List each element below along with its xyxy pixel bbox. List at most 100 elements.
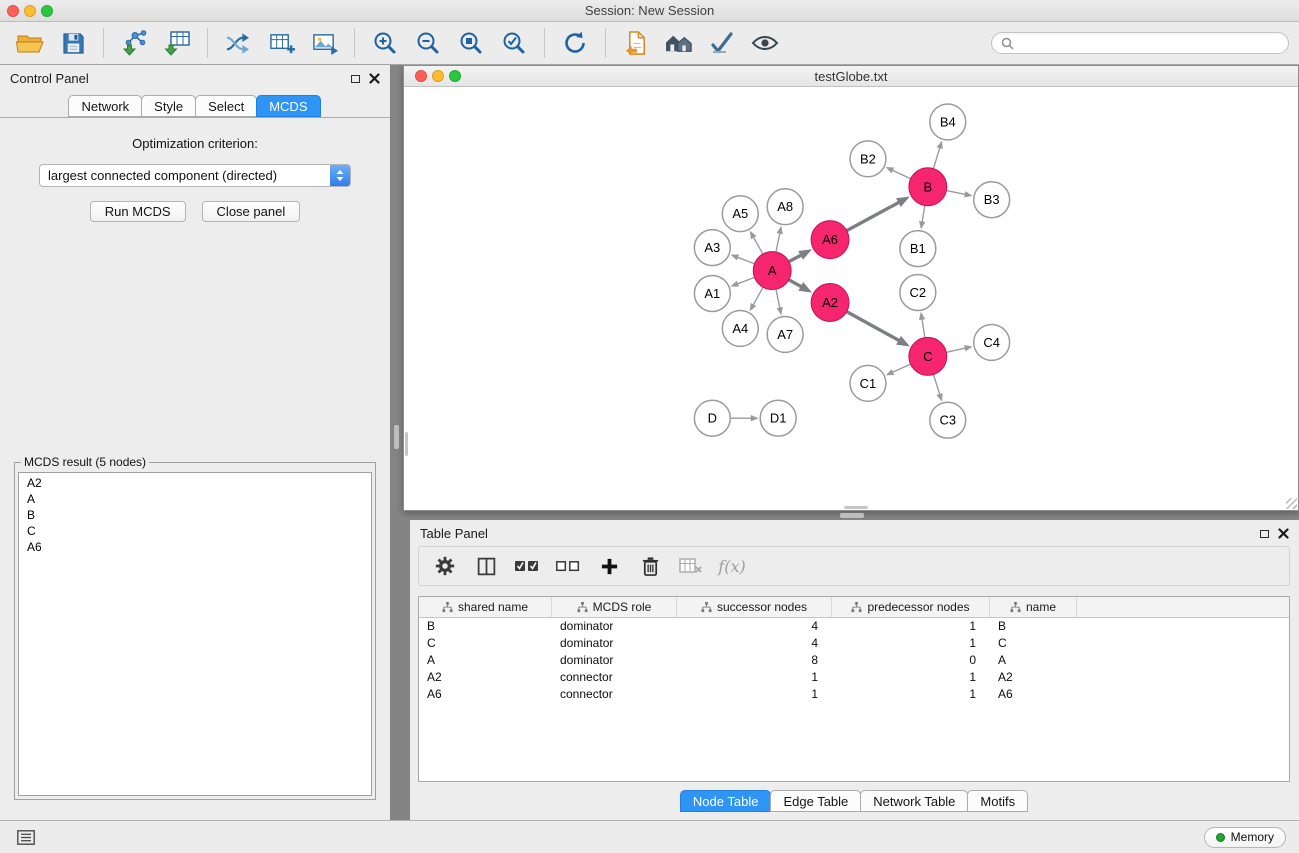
search-input[interactable] <box>1019 36 1279 50</box>
graph-edge-A-A5[interactable] <box>752 235 763 254</box>
zoom-window-icon[interactable] <box>41 5 53 17</box>
graph-node-D1[interactable]: D1 <box>760 400 796 436</box>
zoom-fit-button[interactable] <box>451 25 491 61</box>
graph-node-C1[interactable]: C1 <box>850 365 886 401</box>
delete-table-button[interactable] <box>678 552 704 580</box>
graph-edge-A-A7[interactable] <box>776 289 780 311</box>
close-window-icon[interactable] <box>7 5 19 17</box>
graph-node-C2[interactable]: C2 <box>900 275 936 311</box>
graph-node-C[interactable]: C <box>909 337 947 375</box>
graph-node-C4[interactable]: C4 <box>974 324 1010 360</box>
column-header-name[interactable]: name <box>990 597 1077 617</box>
graph-node-A1[interactable]: A1 <box>694 276 730 312</box>
close-panel-button[interactable]: Close panel <box>202 201 301 222</box>
close-panel-icon[interactable] <box>369 73 380 84</box>
style-check-button[interactable] <box>702 25 742 61</box>
table-row[interactable]: A6connector11A6 <box>419 686 1289 703</box>
graph-node-A6[interactable]: A6 <box>811 221 849 259</box>
resize-grip[interactable] <box>1286 498 1297 509</box>
table-row[interactable]: Bdominator41B <box>419 618 1289 635</box>
tab-network-table[interactable]: Network Table <box>860 790 968 812</box>
horizontal-split-handle[interactable] <box>840 513 864 518</box>
graph-node-B4[interactable]: B4 <box>930 104 966 140</box>
graph-edge-A2-C[interactable] <box>847 312 903 343</box>
mcds-result-item[interactable]: A6 <box>27 539 363 555</box>
graph-node-D[interactable]: D <box>694 400 730 436</box>
mcds-result-item[interactable]: C <box>27 523 363 539</box>
tab-motifs[interactable]: Motifs <box>967 790 1028 812</box>
minimize-view-icon[interactable] <box>432 70 444 82</box>
vertical-scrollbar[interactable] <box>405 432 408 456</box>
new-network-button[interactable] <box>218 25 258 61</box>
graph-edge-A-A4[interactable] <box>752 287 763 307</box>
graph-node-C3[interactable]: C3 <box>930 402 966 438</box>
tab-select[interactable]: Select <box>195 95 257 117</box>
tab-node-table[interactable]: Node Table <box>680 790 772 812</box>
import-network-button[interactable] <box>114 25 154 61</box>
new-table-button[interactable] <box>261 25 301 61</box>
tab-style[interactable]: Style <box>141 95 196 117</box>
table-row[interactable]: Cdominator41C <box>419 635 1289 652</box>
mcds-result-item[interactable]: B <box>27 507 363 523</box>
memory-button[interactable]: Memory <box>1204 827 1286 848</box>
tab-edge-table[interactable]: Edge Table <box>770 790 861 812</box>
tab-mcds[interactable]: MCDS <box>256 95 320 117</box>
float-panel-icon[interactable] <box>351 75 360 83</box>
run-mcds-button[interactable]: Run MCDS <box>90 201 186 222</box>
graph-node-A5[interactable]: A5 <box>722 196 758 232</box>
column-header-shared-name[interactable]: shared name <box>419 597 552 617</box>
graph-edge-C-C4[interactable] <box>946 348 968 353</box>
graph-node-A7[interactable]: A7 <box>767 316 803 352</box>
zoom-selected-button[interactable] <box>494 25 534 61</box>
save-session-button[interactable] <box>53 25 93 61</box>
apply-layout-button[interactable] <box>555 25 595 61</box>
show-hide-button[interactable] <box>745 25 785 61</box>
graph-node-A2[interactable]: A2 <box>811 284 849 322</box>
zoom-view-icon[interactable] <box>449 70 461 82</box>
graph-edge-A6-B[interactable] <box>847 200 903 230</box>
table-settings-button[interactable] <box>432 552 458 580</box>
tab-network[interactable]: Network <box>68 95 142 117</box>
document-import-button[interactable] <box>616 25 656 61</box>
float-panel-icon[interactable] <box>1260 530 1269 538</box>
graph-node-A4[interactable]: A4 <box>722 310 758 346</box>
graph-edge-B-B2[interactable] <box>890 169 911 179</box>
open-session-button[interactable] <box>10 25 50 61</box>
mcds-result-item[interactable]: A <box>27 491 363 507</box>
graph-edge-C-C1[interactable] <box>890 364 910 373</box>
unselect-all-button[interactable] <box>555 552 581 580</box>
zoom-in-button[interactable] <box>365 25 405 61</box>
graph-edge-C-C2[interactable] <box>922 316 925 337</box>
show-columns-button[interactable] <box>473 552 499 580</box>
graph-edge-B-B3[interactable] <box>946 191 968 195</box>
function-builder-button[interactable]: f(x) <box>719 552 745 580</box>
horizontal-scrollbar[interactable] <box>844 506 868 509</box>
criterion-dropdown[interactable]: largest connected component (directed) <box>39 164 351 187</box>
mcds-result-list[interactable]: A2ABCA6 <box>18 472 372 796</box>
graph-node-B[interactable]: B <box>909 168 947 206</box>
column-header-predecessor-nodes[interactable]: predecessor nodes <box>832 597 990 617</box>
network-canvas[interactable]: AA1A2A3A4A5A6A7A8BB1B2B3B4CC1C2C3C4DD1 <box>404 88 1298 510</box>
delete-column-button[interactable] <box>637 552 663 580</box>
graph-node-A8[interactable]: A8 <box>767 189 803 225</box>
neighbors-button[interactable] <box>659 25 699 61</box>
export-image-button[interactable] <box>304 25 344 61</box>
task-history-button[interactable] <box>13 823 39 851</box>
zoom-out-button[interactable] <box>408 25 448 61</box>
select-all-button[interactable] <box>514 552 540 580</box>
graph-node-B2[interactable]: B2 <box>850 141 886 177</box>
table-row[interactable]: A2connector11A2 <box>419 669 1289 686</box>
graph-node-A3[interactable]: A3 <box>694 230 730 266</box>
close-view-icon[interactable] <box>415 70 427 82</box>
import-table-button[interactable] <box>157 25 197 61</box>
add-column-button[interactable] <box>596 552 622 580</box>
graph-edge-A-A8[interactable] <box>776 230 780 252</box>
column-header-successor-nodes[interactable]: successor nodes <box>677 597 832 617</box>
table-row[interactable]: Adominator80A <box>419 652 1289 669</box>
graph-edge-B-B4[interactable] <box>933 145 940 169</box>
graph-edge-C-C3[interactable] <box>933 374 940 397</box>
graph-node-A[interactable]: A <box>753 252 791 290</box>
graph-node-B3[interactable]: B3 <box>974 182 1010 218</box>
column-header-MCDS-role[interactable]: MCDS role <box>552 597 677 617</box>
search-box[interactable] <box>991 32 1289 54</box>
